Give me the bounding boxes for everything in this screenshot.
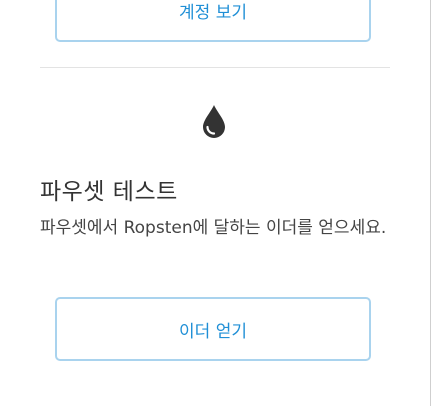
get-ether-label: 이더 얻기 xyxy=(179,321,247,342)
faucet-panel: 계정 보기 파우셋 테스트 파우셋에서 Ropsten에 달하는 이더를 얻으세… xyxy=(0,0,436,406)
panel-border xyxy=(430,0,431,406)
drop-icon xyxy=(203,105,225,138)
get-ether-button[interactable]: 이더 얻기 xyxy=(55,297,371,361)
faucet-description: 파우셋에서 Ropsten에 달하는 이더를 얻으세요. xyxy=(40,218,387,238)
view-account-button[interactable]: 계정 보기 xyxy=(55,0,371,42)
view-account-label: 계정 보기 xyxy=(179,2,247,23)
faucet-title: 파우셋 테스트 xyxy=(40,179,178,205)
section-divider xyxy=(40,67,390,68)
